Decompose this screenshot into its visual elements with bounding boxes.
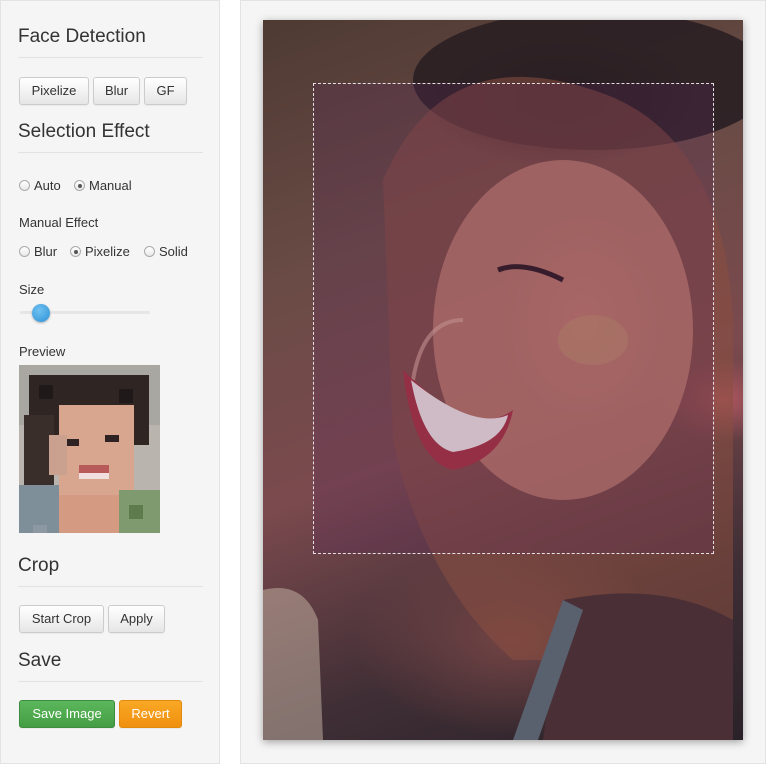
radio-checked-icon: [74, 180, 85, 191]
start-crop-button[interactable]: Start Crop: [19, 605, 104, 633]
radio-pixelize[interactable]: Pixelize: [70, 244, 130, 259]
pixelated-face-preview: [19, 365, 160, 533]
radio-pixelize-label: Pixelize: [85, 244, 130, 259]
radio-checked-icon: [70, 246, 81, 257]
divider: [18, 586, 203, 587]
divider: [18, 57, 203, 58]
face-detection-heading: Face Detection: [18, 26, 146, 47]
crop-heading: Crop: [18, 555, 60, 576]
save-heading: Save: [18, 650, 62, 671]
pixelize-button[interactable]: Pixelize: [19, 77, 89, 105]
size-label: Size: [19, 282, 45, 297]
radio-manual[interactable]: Manual: [74, 178, 132, 193]
save-image-button[interactable]: Save Image: [19, 700, 115, 728]
radio-unchecked-icon: [144, 246, 155, 257]
size-slider-handle[interactable]: [32, 304, 50, 322]
radio-auto-label: Auto: [34, 178, 61, 193]
radio-auto[interactable]: Auto: [19, 178, 61, 193]
radio-blur-label: Blur: [34, 244, 58, 259]
blur-button[interactable]: Blur: [93, 77, 140, 105]
apply-button[interactable]: Apply: [108, 605, 165, 633]
preview-label: Preview: [19, 344, 66, 359]
radio-solid-label: Solid: [159, 244, 188, 259]
radio-unchecked-icon: [19, 246, 30, 257]
gf-button[interactable]: GF: [144, 77, 187, 105]
radio-blur[interactable]: Blur: [19, 244, 57, 259]
radio-solid[interactable]: Solid: [144, 244, 188, 259]
manual-effect-label: Manual Effect: [19, 215, 99, 230]
radio-manual-label: Manual: [89, 178, 132, 193]
selection-effect-heading: Selection Effect: [18, 121, 150, 142]
revert-button[interactable]: Revert: [119, 700, 182, 728]
selection-rectangle[interactable]: [313, 83, 714, 554]
divider: [18, 681, 203, 682]
divider: [18, 152, 203, 153]
preview-pixel-image: [19, 365, 160, 533]
radio-unchecked-icon: [19, 180, 30, 191]
